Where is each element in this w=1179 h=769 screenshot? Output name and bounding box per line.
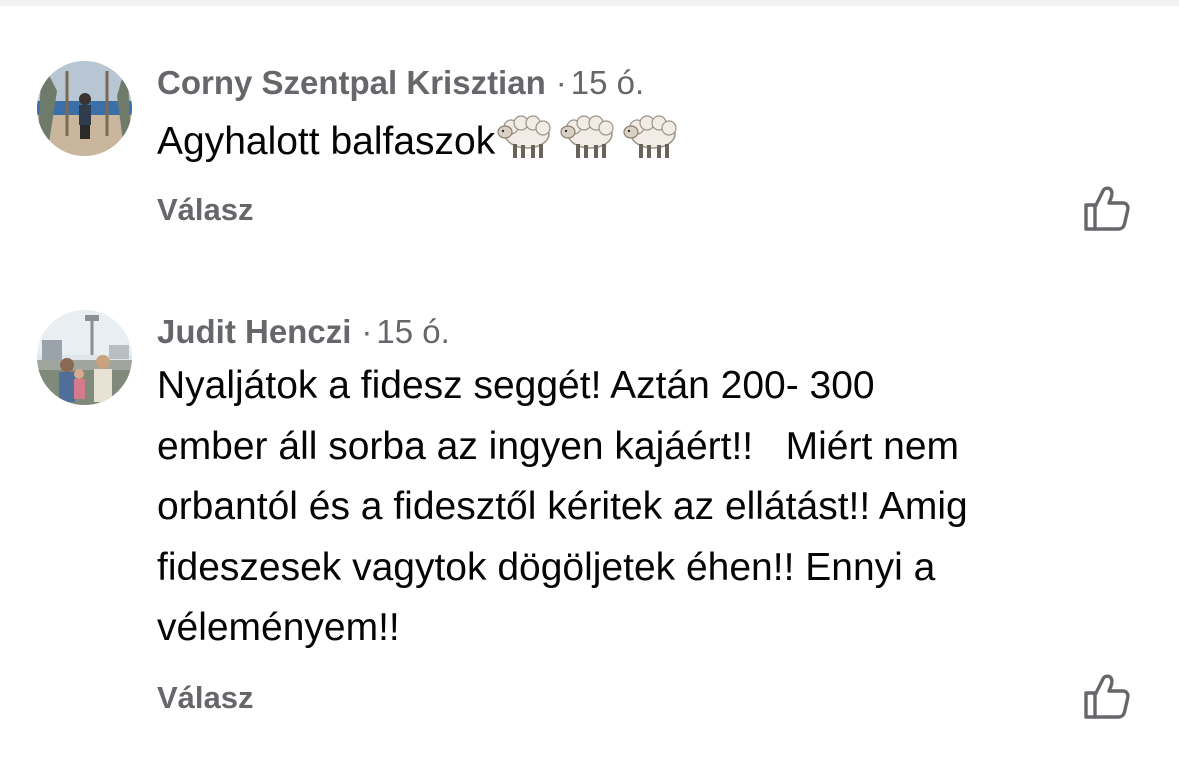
avatar[interactable] [37,61,132,156]
comment-text: Nyaljátok a fidesz seggét! Aztán 200- 30… [157,364,968,649]
sheep-emoji [560,110,620,162]
sheep-emoji-group [497,110,686,181]
thumbs-up-icon [1084,674,1130,719]
comment-meta: Judit Henczi · 15 ó. [157,312,450,352]
like-button[interactable] [1082,671,1132,721]
reply-button[interactable]: Válasz [157,680,254,716]
author-name[interactable]: Judit Henczi [157,313,351,350]
reply-button[interactable]: Válasz [157,192,254,228]
comment-meta: Corny Szentpal Krisztian · 15 ó. [157,63,644,103]
thumbs-up-icon [1084,186,1130,231]
top-divider [0,0,1179,6]
sheep-emoji [497,110,557,162]
avatar-photo [37,61,132,156]
comment-time[interactable]: 15 ó. [571,64,644,101]
comment-text-content: Agyhalott balfaszok [157,120,496,163]
author-name[interactable]: Corny Szentpal Krisztian [157,64,546,101]
like-button[interactable] [1082,183,1132,233]
comment-text: Agyhalott balfaszok [157,110,1157,181]
comment-time[interactable]: 15 ó. [376,313,449,350]
sheep-emoji [623,110,683,162]
separator-dot: · [361,313,373,350]
separator-dot: · [555,64,567,101]
avatar[interactable] [37,310,132,405]
avatar-photo [37,310,132,405]
